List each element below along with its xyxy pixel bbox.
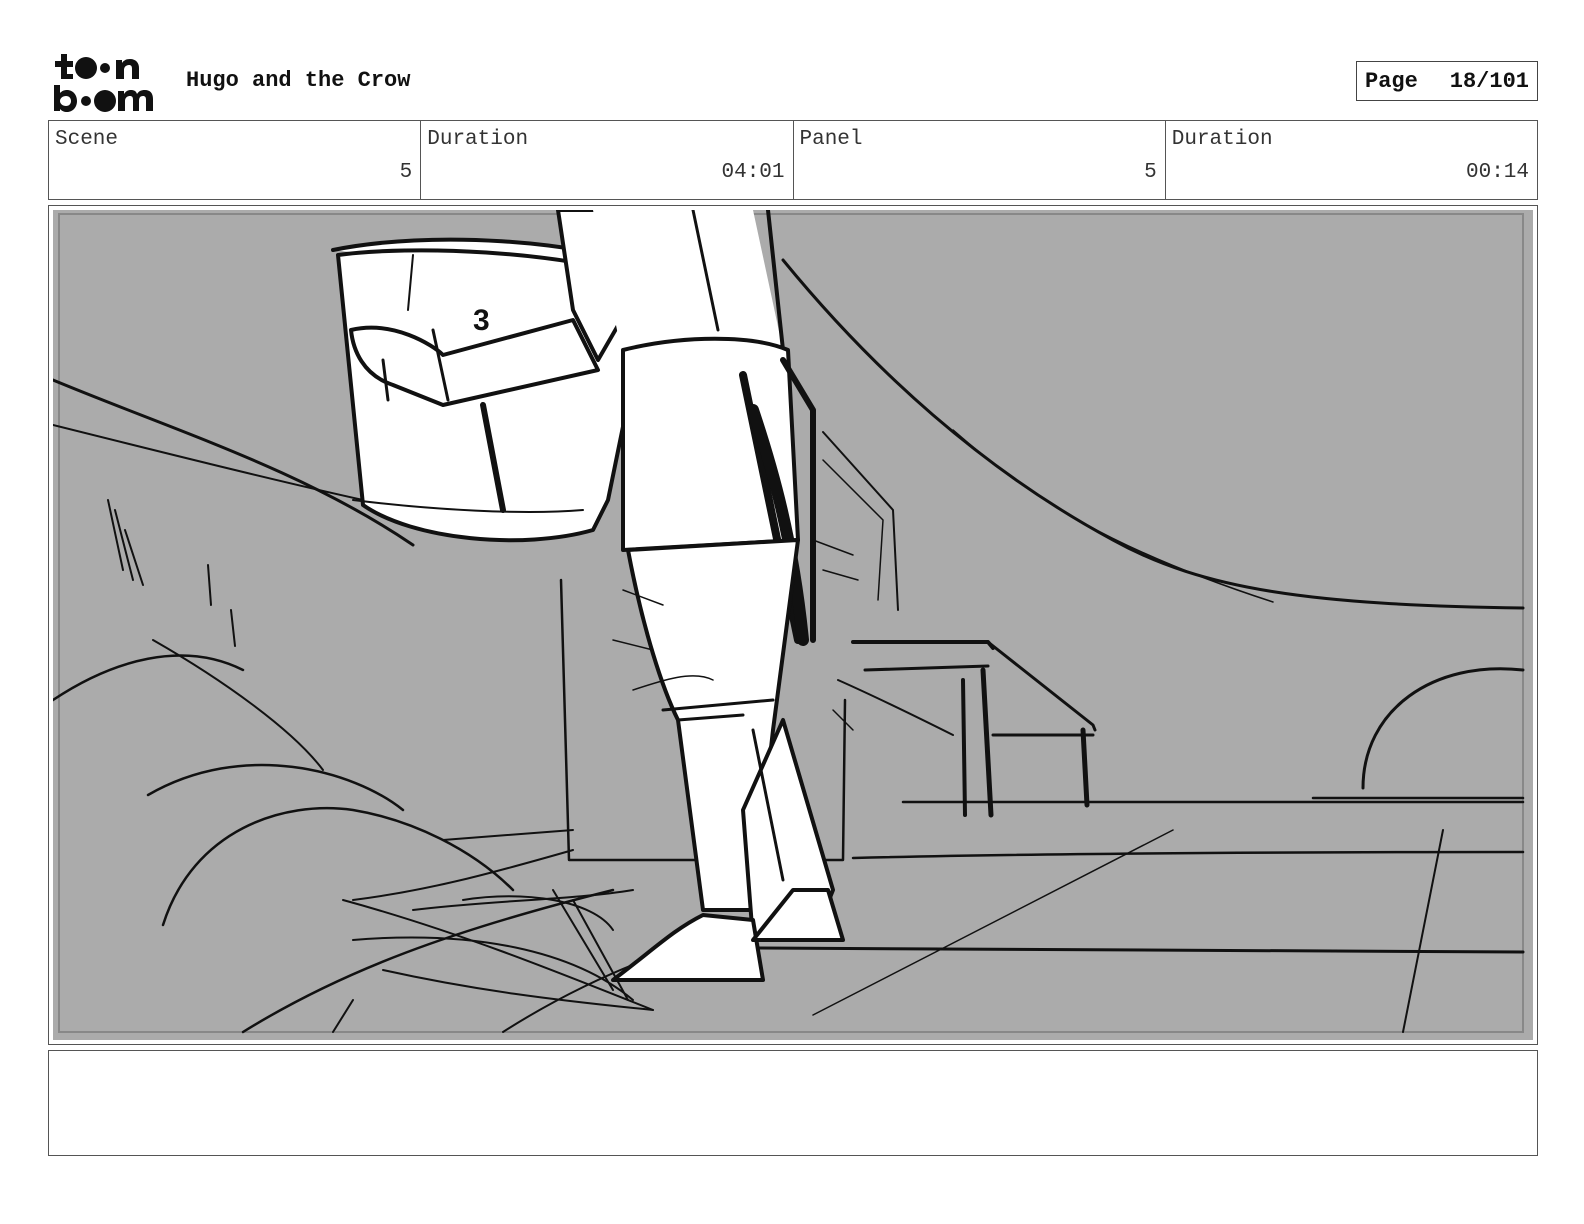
sketch-annotation: 3 — [473, 304, 490, 337]
panel-duration-value: 00:14 — [1465, 161, 1529, 184]
panel-duration-cell: Duration 00:14 — [1166, 121, 1537, 199]
panel-sketch: 3 — [53, 210, 1533, 1040]
project-title: Hugo and the Crow — [186, 68, 411, 93]
storyboard-panel: 3 — [48, 205, 1538, 1045]
page-label: Page — [1365, 68, 1418, 94]
panel-value: 5 — [1144, 161, 1157, 184]
panel-cell: Panel 5 — [794, 121, 1166, 199]
page-indicator: Page 18/101 — [1356, 61, 1538, 101]
panel-label: Panel — [799, 128, 863, 151]
toon-boom-logo — [52, 52, 164, 112]
panel-notes-area — [48, 1050, 1538, 1156]
page-number: 18/101 — [1449, 68, 1529, 94]
scene-duration-cell: Duration 04:01 — [421, 121, 794, 199]
scene-duration-label: Duration — [427, 128, 529, 151]
scene-label: Scene — [55, 128, 119, 151]
panel-duration-label: Duration — [1171, 128, 1273, 151]
scene-info-bar: Scene 5 Duration 04:01 Panel 5 Duration … — [48, 120, 1538, 200]
scene-value: 5 — [399, 161, 413, 184]
scene-duration-value: 04:01 — [721, 161, 785, 184]
scene-cell: Scene 5 — [49, 121, 422, 199]
